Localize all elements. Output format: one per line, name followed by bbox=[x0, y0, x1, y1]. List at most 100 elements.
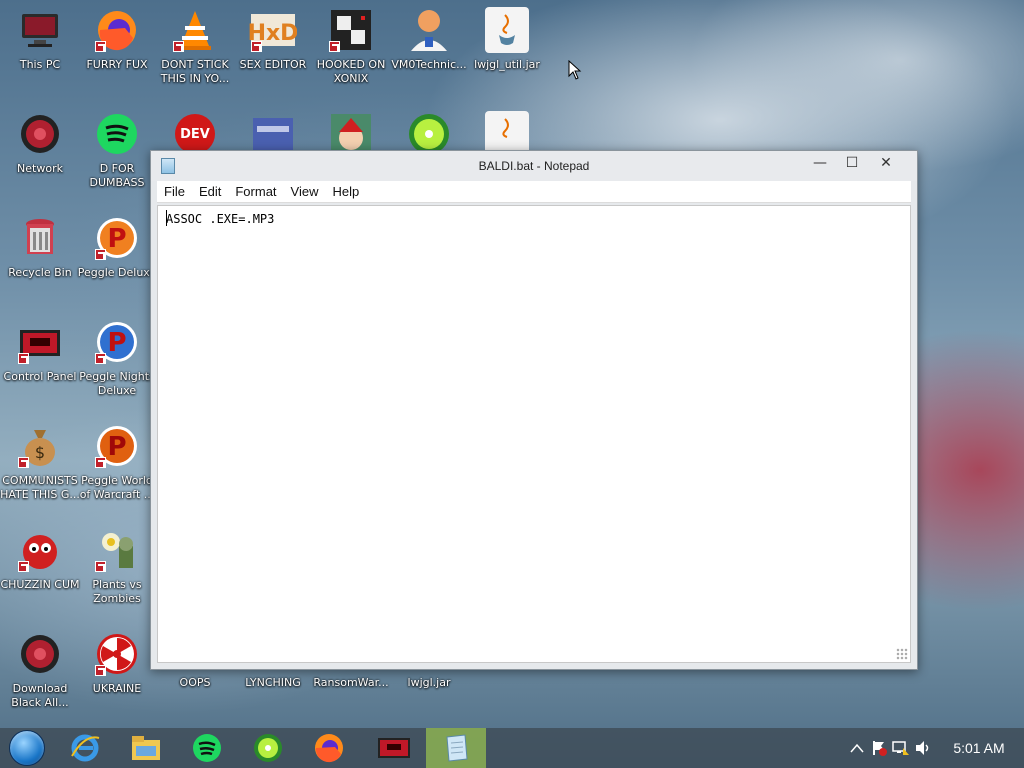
menu-view[interactable]: View bbox=[284, 184, 326, 199]
shortcut-arrow-icon bbox=[95, 353, 106, 364]
shortcut-arrow-icon bbox=[173, 41, 184, 52]
desktop-icon-d-for-dumbass[interactable]: D FOR DUMBASS bbox=[77, 110, 157, 190]
internet-explorer-icon bbox=[71, 734, 100, 762]
desktop-icon-network[interactable]: Network bbox=[0, 110, 80, 176]
desktop-icon-ransomware[interactable]: RansomWar... bbox=[311, 672, 391, 690]
desktop-icon-hooked-on-xonix[interactable]: HOOKED ON XONIX bbox=[311, 6, 391, 86]
xonix-icon bbox=[327, 6, 375, 54]
title-bar[interactable]: BALDI.bat - Notepad — ☐ ✕ bbox=[151, 151, 917, 181]
desktop-icon-label: OOPS bbox=[179, 676, 211, 689]
desktop-icon-label: VM0Technic... bbox=[391, 58, 467, 71]
shortcut-arrow-icon bbox=[18, 457, 29, 468]
desktop-icon-this-pc[interactable]: This PC bbox=[0, 6, 80, 72]
taskbar-clock[interactable]: 5:01 AM bbox=[934, 740, 1024, 756]
desktop-icon-label: Peggle Deluxe bbox=[77, 266, 157, 279]
spotify-icon bbox=[193, 734, 221, 762]
notepad-icon bbox=[446, 734, 468, 762]
volume-icon[interactable] bbox=[912, 728, 934, 768]
desktop-icon-lwjgl-jar[interactable]: lwjgl.jar bbox=[389, 672, 469, 690]
network-icon bbox=[16, 110, 64, 158]
menu-format[interactable]: Format bbox=[228, 184, 283, 199]
desktop-icon-sex-editor[interactable]: HxD SEX EDITOR bbox=[233, 6, 313, 72]
maximize-button[interactable]: ☐ bbox=[835, 151, 869, 175]
desktop-icon-communists[interactable]: $ COMMUNISTS HATE THIS G... bbox=[0, 422, 80, 502]
desktop-icon-peggle-wow[interactable]: P Peggle World of Warcraft ... bbox=[77, 422, 157, 502]
desktop-icon-label: Control Panel bbox=[3, 370, 77, 383]
desktop-icon-label: DONT STICK THIS IN YO... bbox=[160, 58, 230, 85]
desktop-icon-plants-vs-zombies[interactable]: Plants vs Zombies bbox=[77, 526, 157, 606]
taskbar-limewire[interactable] bbox=[238, 728, 298, 768]
desktop-icon-control-panel[interactable]: Control Panel bbox=[0, 318, 80, 384]
desktop-icon-label: COMMUNISTS HATE THIS G... bbox=[0, 474, 80, 501]
desktop-icon-label: lwjgl.jar bbox=[407, 676, 451, 689]
desktop-icon-label: UKRAINE bbox=[92, 682, 142, 695]
download-icon bbox=[16, 630, 64, 678]
menu-edit[interactable]: Edit bbox=[192, 184, 228, 199]
shortcut-arrow-icon bbox=[18, 561, 29, 572]
control-panel-icon bbox=[16, 318, 64, 366]
desktop-icon-furry-fux[interactable]: FURRY FUX bbox=[77, 6, 157, 72]
desktop-icon-ukraine[interactable]: UKRAINE bbox=[77, 630, 157, 696]
desktop-icon-label: Peggle World of Warcraft ... bbox=[79, 474, 155, 501]
taskbar-file-explorer[interactable] bbox=[116, 728, 176, 768]
shortcut-arrow-icon bbox=[95, 665, 106, 676]
desktop-icon-label: Download Black All... bbox=[11, 682, 69, 709]
desktop-icon-label: D FOR DUMBASS bbox=[89, 162, 145, 189]
recycle-bin-icon bbox=[16, 214, 64, 262]
java-icon bbox=[483, 6, 531, 54]
desktop-icon-label: Network bbox=[17, 162, 63, 175]
desktop-icon-recycle-bin[interactable]: Recycle Bin bbox=[0, 214, 80, 280]
menu-bar: File Edit Format View Help bbox=[157, 181, 911, 203]
doctor-icon bbox=[405, 6, 453, 54]
taskbar-control-panel[interactable] bbox=[364, 728, 424, 768]
desktop-icon-oops[interactable]: OOPS bbox=[155, 672, 235, 690]
limewire-icon bbox=[254, 734, 282, 762]
money-bag-icon: $ bbox=[16, 422, 64, 470]
notepad-window[interactable]: BALDI.bat - Notepad — ☐ ✕ File Edit Form… bbox=[150, 150, 918, 670]
taskbar-notepad[interactable] bbox=[426, 728, 486, 768]
taskbar-firefox[interactable] bbox=[299, 728, 359, 768]
peggle-icon: P bbox=[93, 214, 141, 262]
desktop-icon-label: lwjgl_util.jar bbox=[474, 58, 540, 71]
text-editor[interactable]: ASSOC .EXE=.MP3 bbox=[157, 205, 911, 663]
desktop-icon-download-black[interactable]: Download Black All... bbox=[0, 630, 80, 710]
shortcut-arrow-icon bbox=[95, 457, 106, 468]
close-button[interactable]: ✕ bbox=[869, 151, 903, 175]
desktop-icon-vm0technic[interactable]: VM0Technic... bbox=[389, 6, 469, 72]
menu-help[interactable]: Help bbox=[325, 184, 366, 199]
menu-file[interactable]: File bbox=[157, 184, 192, 199]
chuzzle-icon bbox=[16, 526, 64, 574]
pvz-icon bbox=[93, 526, 141, 574]
desktop-icon-label: Recycle Bin bbox=[8, 266, 72, 279]
desktop-icon-label: CHUZZIN CUM bbox=[0, 578, 80, 591]
start-button[interactable] bbox=[0, 728, 54, 768]
shortcut-arrow-icon bbox=[95, 41, 106, 52]
desktop-icon-label: FURRY FUX bbox=[86, 58, 148, 71]
shortcut-arrow-icon bbox=[95, 561, 106, 572]
editor-content: ASSOC .EXE=.MP3 bbox=[166, 212, 275, 226]
desktop-icon-lwjgl-util[interactable]: lwjgl_util.jar bbox=[467, 6, 547, 72]
desktop-icon-label: This PC bbox=[19, 58, 61, 71]
action-center-flag-icon[interactable] bbox=[868, 728, 890, 768]
show-hidden-icons-icon[interactable] bbox=[846, 728, 868, 768]
minimize-button[interactable]: — bbox=[803, 151, 837, 175]
desktop-icon-dont-stick[interactable]: DONT STICK THIS IN YO... bbox=[155, 6, 235, 86]
shortcut-arrow-icon bbox=[18, 353, 29, 364]
taskbar-spotify[interactable] bbox=[177, 728, 237, 768]
desktop-icon-peggle-deluxe[interactable]: P Peggle Deluxe bbox=[77, 214, 157, 280]
taskbar-internet-explorer[interactable] bbox=[55, 728, 115, 768]
taskbar: 5:01 AM bbox=[0, 728, 1024, 768]
desktop-icon-chuzzin[interactable]: CHUZZIN CUM bbox=[0, 526, 80, 592]
shortcut-arrow-icon bbox=[329, 41, 340, 52]
desktop-icon-lynching[interactable]: LYNCHING bbox=[233, 672, 313, 690]
resize-grip-icon[interactable] bbox=[896, 648, 908, 660]
network-tray-icon[interactable] bbox=[890, 728, 912, 768]
control-panel-icon bbox=[378, 738, 410, 758]
shortcut-arrow-icon bbox=[95, 249, 106, 260]
peggle-nights-icon: P bbox=[93, 318, 141, 366]
svg-text:P: P bbox=[107, 224, 126, 254]
start-orb-icon bbox=[9, 730, 45, 766]
desktop-icon-label: Plants vs Zombies bbox=[92, 578, 142, 605]
desktop-icon-peggle-nights[interactable]: P Peggle Nights Deluxe bbox=[77, 318, 157, 398]
desktop-icon-label: SEX EDITOR bbox=[239, 58, 307, 71]
